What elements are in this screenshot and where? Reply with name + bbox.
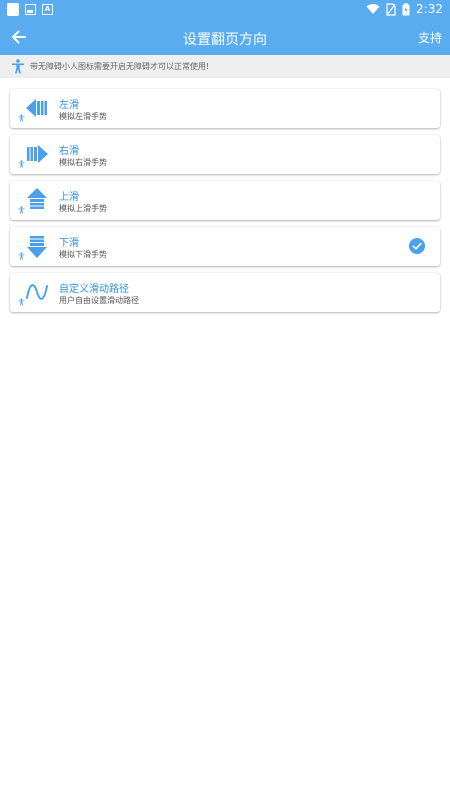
status-time: 2:32 [416,2,443,16]
arrow-left-icon [26,99,47,117]
status-bar: A 2:32 [0,0,450,20]
arrow-up-icon [27,188,47,209]
accessibility-person-icon [18,252,25,260]
font-notification-icon: A [42,4,53,15]
option-swipe-down[interactable]: 下滑 模拟下滑手势 [10,227,440,266]
accessibility-person-icon [18,160,25,168]
notification-icons: A [7,3,53,16]
accessibility-person-icon [18,114,25,122]
notice-text: 带无障碍小人图标需要开启无障碍才可以正常使用! [30,62,210,71]
option-title: 左滑 [59,100,79,111]
support-button[interactable]: 支持 [418,29,442,46]
option-title: 下滑 [59,238,79,249]
back-button[interactable] [8,26,30,48]
app-notification-icon [7,3,19,16]
option-subtitle: 用户自由设置滑动路径 [59,296,139,305]
image-notification-icon [25,4,36,15]
arrow-right-icon [27,145,48,163]
no-sim-icon [386,2,396,16]
accessibility-person-icon [18,298,25,306]
accessibility-person-icon [18,206,25,214]
direction-option-list: 左滑 模拟左滑手势 右滑 模拟右滑手势 上滑 模拟上滑手势 下滑 模拟下滑手势 … [10,89,440,319]
accessibility-person-icon [12,59,24,74]
page-title: 设置翻页方向 [183,32,267,48]
option-title: 自定义滑动路径 [59,284,129,295]
arrow-down-icon [27,236,47,258]
option-subtitle: 模拟左滑手势 [59,112,107,121]
wave-path-icon [26,284,48,300]
app-bar: 设置翻页方向 支持 [0,20,450,55]
option-title: 上滑 [59,192,79,203]
option-custom-path[interactable]: 自定义滑动路径 用户自由设置滑动路径 [10,273,440,312]
option-subtitle: 模拟下滑手势 [59,250,107,259]
option-subtitle: 模拟右滑手势 [59,158,107,167]
system-icons: 2:32 [366,2,443,16]
accessibility-notice: 带无障碍小人图标需要开启无障碍才可以正常使用! [0,55,450,78]
option-swipe-up[interactable]: 上滑 模拟上滑手势 [10,181,440,220]
option-swipe-left[interactable]: 左滑 模拟左滑手势 [10,89,440,128]
wifi-icon [366,4,380,14]
option-title: 右滑 [59,146,79,157]
battery-charging-icon [402,2,410,15]
option-swipe-right[interactable]: 右滑 模拟右滑手势 [10,135,440,174]
arrow-back-icon [12,30,26,44]
check-circle-icon [409,238,425,254]
option-subtitle: 模拟上滑手势 [59,204,107,213]
